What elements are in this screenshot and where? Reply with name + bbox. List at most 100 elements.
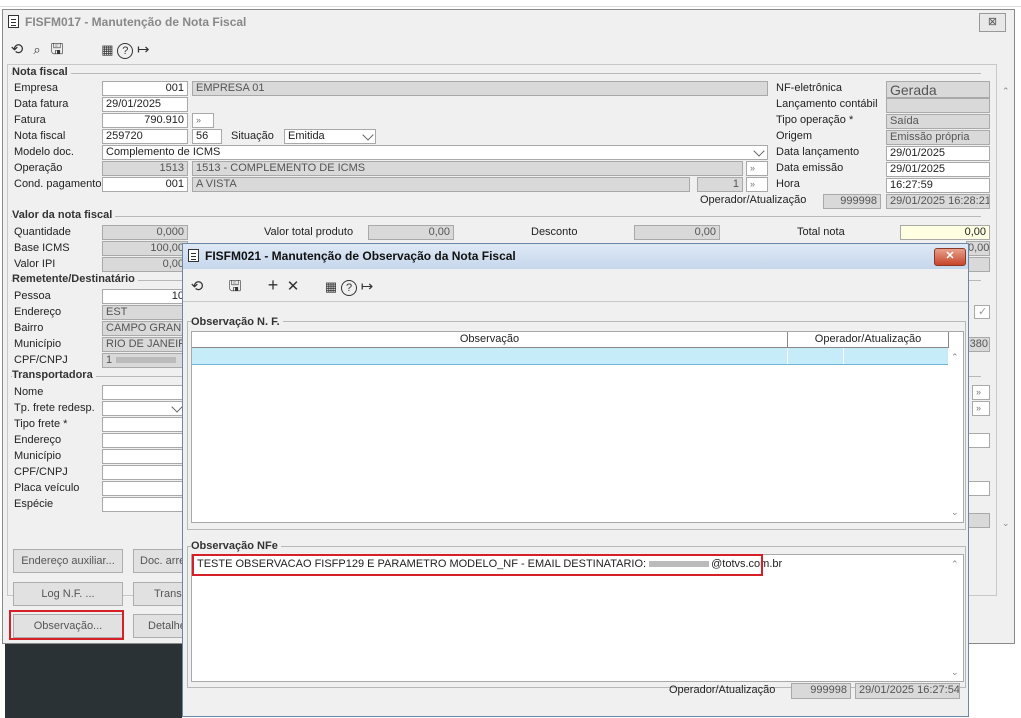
- log-nf-button[interactable]: Log N.F. ...: [13, 582, 123, 606]
- label-placa: Placa veículo: [14, 482, 80, 494]
- empresa-code-field[interactable]: 001: [102, 81, 188, 96]
- transp-cpf-field[interactable]: [102, 465, 188, 480]
- scroll-up-icon[interactable]: ⌃: [951, 559, 959, 570]
- main-window-title: FISFM017 - Manutenção de Nota Fiscal: [25, 15, 247, 29]
- observacao-highlight: [9, 610, 124, 640]
- col-header-operador[interactable]: Operador/Atualização: [788, 332, 949, 348]
- modal-close-button[interactable]: ✕: [934, 248, 966, 266]
- save-icon[interactable]: 🖫: [47, 40, 67, 60]
- lanc-contabil-field: [886, 98, 990, 113]
- section-obs-nf: Observação N. F.: [191, 316, 283, 328]
- label-tipo-op: Tipo operação *: [776, 114, 854, 126]
- pessoa-field[interactable]: 10: [102, 289, 188, 304]
- bairro-field: CAMPO GRAND: [102, 321, 188, 336]
- base-icms-field: 100,00: [102, 241, 188, 256]
- transp-lookup-button-2[interactable]: »: [972, 401, 990, 416]
- exit-icon[interactable]: ↦: [133, 40, 153, 60]
- label-origem: Origem: [776, 130, 813, 142]
- data-fatura-field[interactable]: 29/01/2025: [102, 97, 188, 112]
- transp-endereco-field[interactable]: [102, 433, 188, 448]
- label-fatura: Fatura: [14, 114, 46, 126]
- section-nota-fiscal: Nota fiscal: [12, 66, 71, 78]
- add-icon[interactable]: +: [263, 275, 283, 295]
- empresa-name-field: EMPRESA 01: [192, 81, 768, 96]
- situacao-select[interactable]: Emitida: [284, 129, 376, 144]
- operacao-desc-field: 1513 - COMPLEMENTO DE ICMS: [192, 161, 743, 176]
- scroll-up-icon[interactable]: ⌃: [951, 352, 959, 363]
- table-cell-divider: [787, 348, 788, 364]
- redacted-blur: [116, 357, 177, 364]
- table-row[interactable]: [192, 348, 948, 365]
- operacao-lookup-button[interactable]: »: [746, 161, 768, 176]
- delete-icon[interactable]: ✕: [283, 277, 303, 297]
- tipo-frete-field[interactable]: [102, 417, 188, 432]
- scroll-up-icon[interactable]: ⌃: [1002, 86, 1010, 97]
- endereco-auxiliar-button[interactable]: Endereço auxiliar...: [13, 549, 123, 573]
- calendar-icon[interactable]: ▦: [97, 40, 117, 60]
- valor-right-field: 0,00: [966, 241, 990, 256]
- main-titlebar: FISFM017 - Manutenção de Nota Fiscal ⊠: [3, 10, 1014, 34]
- col-header-observacao[interactable]: Observação: [192, 332, 788, 348]
- section-remetente: Remetente/Destinatário: [12, 273, 138, 285]
- label-nfe: NF-eletrônica: [776, 82, 843, 94]
- operacao-code-field: 1513: [102, 161, 188, 176]
- modal-toolbar: ⟲ 🖫 + ✕ ▦? ↦: [187, 275, 377, 297]
- label-data-fatura: Data fatura: [14, 98, 69, 110]
- cond-code-field[interactable]: 001: [102, 177, 188, 192]
- undo-icon[interactable]: ⟲: [7, 40, 27, 60]
- label-lanc-contabil: Lançamento contábil: [776, 98, 878, 110]
- calendar-icon[interactable]: ▦: [321, 277, 341, 297]
- fatura-lookup-button[interactable]: »: [192, 113, 214, 128]
- total-nota-field[interactable]: 0,00: [900, 225, 990, 240]
- modelo-select[interactable]: Complemento de ICMS: [102, 145, 768, 160]
- label-desconto: Desconto: [531, 226, 578, 238]
- label-valor-ipi: Valor IPI: [14, 258, 56, 270]
- valor-ipi-field: 0,00: [102, 257, 188, 272]
- data-emissao-field[interactable]: 29/01/2025: [886, 162, 990, 177]
- scroll-down-icon[interactable]: ⌄: [951, 507, 959, 518]
- main-close-button[interactable]: ⊠: [979, 13, 1006, 32]
- label-cond-pagamento: Cond. pagamento: [14, 178, 102, 190]
- cpf-prefix: 1: [106, 354, 113, 366]
- nota-fiscal-field[interactable]: 259720: [102, 129, 188, 144]
- search-icon[interactable]: ⌕: [27, 40, 47, 60]
- help-icon[interactable]: ?: [341, 280, 357, 296]
- transp-lookup-button[interactable]: »: [972, 385, 990, 400]
- right-checkbox[interactable]: ✓: [974, 305, 990, 319]
- atualizacao-field: 29/01/2025 16:28:21: [886, 194, 990, 209]
- exit-icon[interactable]: ↦: [357, 277, 377, 297]
- endereco-field: EST: [102, 305, 188, 320]
- label-endereco: Endereço: [14, 306, 62, 318]
- data-lanc-field[interactable]: 29/01/2025: [886, 146, 990, 161]
- document-icon: [8, 15, 19, 28]
- label-modal-operador: Operador/Atualização: [669, 684, 776, 696]
- label-hora: Hora: [776, 178, 800, 190]
- label-modelo: Modelo doc.: [14, 146, 74, 158]
- transp-right-field[interactable]: [966, 433, 990, 448]
- label-tipo-frete: Tipo frete *: [14, 418, 68, 430]
- transp-right-select[interactable]: [966, 513, 990, 528]
- serie-field[interactable]: 56: [192, 129, 222, 144]
- cond-lookup-button[interactable]: »: [746, 177, 768, 192]
- label-especie: Espécie: [14, 498, 54, 510]
- hora-field[interactable]: 16:27:59: [886, 178, 990, 193]
- scroll-down-icon[interactable]: ⌄: [1002, 518, 1010, 529]
- cond-desc-field: A VISTA: [192, 177, 690, 192]
- document-icon: [188, 249, 199, 262]
- transp-nome-field[interactable]: [102, 385, 188, 400]
- label-data-lanc: Data lançamento: [776, 146, 860, 158]
- valor-right-field-2: [966, 257, 990, 272]
- undo-icon[interactable]: ⟲: [187, 277, 207, 297]
- table-cell-divider: [843, 348, 844, 364]
- save-icon[interactable]: 🖫: [225, 277, 245, 297]
- especie-field[interactable]: [102, 497, 188, 512]
- help-icon[interactable]: ?: [117, 43, 134, 59]
- placa-field[interactable]: [102, 481, 188, 496]
- fatura-field[interactable]: 790.910: [102, 113, 188, 128]
- transp-municipio-field[interactable]: [102, 449, 188, 464]
- label-bairro: Bairro: [14, 322, 44, 334]
- scroll-down-icon[interactable]: ⌄: [951, 667, 959, 678]
- obs-nfe-highlight: [192, 554, 763, 576]
- section-line-nota: [11, 73, 981, 74]
- transp-right-field-2[interactable]: [966, 481, 990, 496]
